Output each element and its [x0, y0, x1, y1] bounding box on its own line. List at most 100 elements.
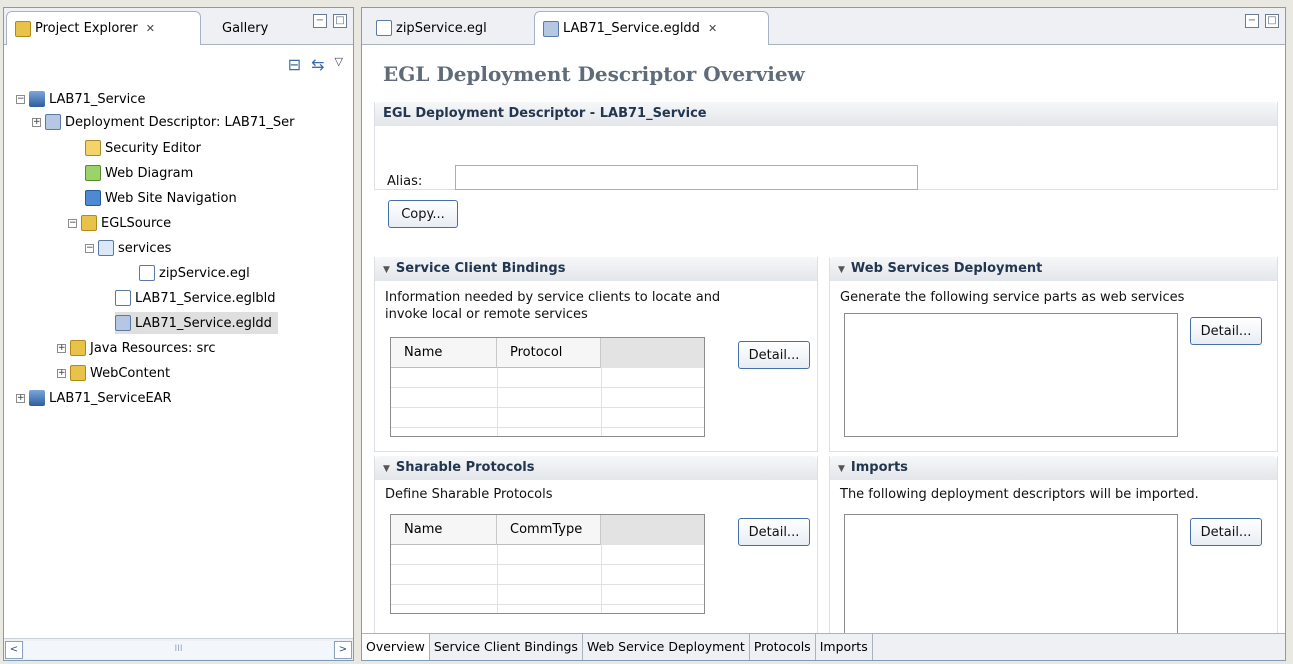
expand-icon[interactable]: +: [57, 343, 66, 353]
java-resources-icon: [70, 340, 86, 356]
section-description: Define Sharable Protocols: [385, 487, 553, 502]
tree-item-java-resources[interactable]: + Java Resources: src: [32, 337, 215, 359]
tab-lab71-service-egldd[interactable]: LAB71_Service.egldd ✕: [534, 11, 769, 45]
tab-label: Gallery: [222, 20, 269, 36]
tree-item-egldd[interactable]: LAB71_Service.egldd: [115, 312, 278, 334]
section-description: Information needed by service clients to…: [385, 290, 721, 322]
alias-label: Alias:: [387, 174, 423, 189]
chevron-down-icon[interactable]: ▼: [383, 265, 390, 275]
collapse-icon[interactable]: −: [16, 94, 25, 104]
minimize-icon[interactable]: −: [1245, 14, 1259, 28]
tree-item-web-site-navigation[interactable]: Web Site Navigation: [85, 187, 237, 209]
left-tab-bar: Project Explorer ✕ Gallery − □: [4, 8, 353, 45]
deployment-descriptor-editor: EGL Deployment Descriptor Overview EGL D…: [362, 45, 1285, 641]
imports-list[interactable]: [844, 514, 1178, 636]
tab-gallery[interactable]: Gallery: [214, 11, 284, 45]
deployment-descriptor-icon: [45, 114, 61, 130]
tree-item-services[interactable]: − services: [85, 237, 171, 259]
view-toolbar: ⊟ ⇆ ▽: [4, 45, 353, 85]
tree-item-label: Web Site Navigation: [105, 190, 237, 206]
bindings-detail-button[interactable]: Detail...: [738, 341, 810, 369]
column-header[interactable]: Name: [391, 338, 497, 368]
alias-input[interactable]: [455, 165, 918, 190]
web-services-detail-button[interactable]: Detail...: [1190, 317, 1262, 345]
scroll-right-button[interactable]: >: [334, 641, 352, 659]
tree-item-lab71-service[interactable]: − LAB71_Service: [16, 88, 145, 110]
protocols-detail-button[interactable]: Detail...: [738, 518, 810, 546]
collapse-all-icon[interactable]: ⊟: [288, 55, 301, 74]
expand-icon[interactable]: +: [16, 393, 25, 403]
tab-label: Project Explorer: [35, 21, 138, 36]
web-services-list[interactable]: [844, 313, 1178, 437]
scroll-thumb[interactable]: III: [24, 641, 333, 659]
tab-protocols[interactable]: Protocols: [750, 634, 816, 660]
table-row[interactable]: [391, 368, 704, 388]
tree-item-deployment-descriptor[interactable]: + Deployment Descriptor: LAB71_Ser: [32, 111, 294, 133]
section-header: ▼ Service Client Bindings: [375, 257, 817, 281]
tab-label: zipService.egl: [396, 20, 487, 36]
chevron-down-icon[interactable]: ▼: [838, 464, 845, 474]
tree-item-label: Deployment Descriptor: LAB71_Ser: [65, 114, 295, 130]
table-row[interactable]: [391, 585, 704, 605]
tree-item-label: Web Diagram: [105, 165, 194, 181]
protocols-table[interactable]: Name CommType: [390, 514, 705, 614]
table-row[interactable]: [391, 408, 704, 428]
project-icon: [29, 91, 45, 107]
close-icon[interactable]: ✕: [708, 22, 717, 35]
collapse-icon[interactable]: −: [85, 243, 94, 253]
link-with-editor-icon[interactable]: ⇆: [311, 55, 324, 74]
column-header[interactable]: Protocol: [497, 338, 601, 368]
tab-zipservice-egl[interactable]: zipService.egl: [368, 11, 523, 45]
collapse-icon[interactable]: −: [68, 218, 77, 228]
egl-file-icon: [139, 265, 155, 281]
project-tree: − LAB71_Service + Deployment Descriptor:…: [4, 88, 353, 630]
imports-section: ▼ Imports The following deployment descri…: [829, 456, 1278, 641]
maximize-icon[interactable]: □: [333, 14, 347, 28]
imports-detail-button[interactable]: Detail...: [1190, 518, 1262, 546]
tree-item-web-diagram[interactable]: Web Diagram: [85, 162, 193, 184]
tab-service-client-bindings[interactable]: Service Client Bindings: [430, 634, 583, 660]
egl-file-icon: [376, 20, 392, 36]
horizontal-scrollbar[interactable]: < III >: [4, 638, 353, 660]
page-title: EGL Deployment Descriptor Overview: [383, 62, 805, 86]
expand-icon[interactable]: +: [57, 368, 66, 378]
tree-item-label: services: [118, 240, 172, 256]
chevron-down-icon[interactable]: ▼: [383, 464, 390, 474]
tab-imports[interactable]: Imports: [816, 634, 873, 660]
section-title: Service Client Bindings: [395, 261, 566, 276]
project-explorer-icon: [15, 20, 31, 37]
table-row[interactable]: [391, 388, 704, 408]
bindings-table[interactable]: Name Protocol: [390, 337, 705, 437]
tab-web-service-deployment[interactable]: Web Service Deployment: [583, 634, 750, 660]
table-row[interactable]: [391, 545, 704, 565]
expand-icon[interactable]: +: [32, 117, 41, 127]
column-header: [601, 515, 704, 545]
tab-overview[interactable]: Overview: [362, 634, 430, 660]
column-header[interactable]: CommType: [497, 515, 601, 545]
tab-project-explorer[interactable]: Project Explorer ✕: [6, 11, 201, 45]
close-icon[interactable]: ✕: [146, 22, 155, 35]
section-header: ▼ Sharable Protocols: [375, 456, 817, 480]
tab-label: LAB71_Service.egldd: [563, 21, 700, 36]
tree-item-security-editor[interactable]: Security Editor: [85, 137, 201, 159]
tree-item-webcontent[interactable]: + WebContent: [57, 362, 170, 384]
chevron-down-icon[interactable]: ▼: [838, 265, 845, 275]
package-icon: [98, 240, 114, 256]
tree-item-zipservice-egl[interactable]: zipService.egl: [139, 262, 250, 284]
view-menu-icon[interactable]: ▽: [335, 55, 343, 74]
copy-button[interactable]: Copy...: [388, 200, 458, 228]
editor-page-tabs: Overview Service Client Bindings Web Ser…: [362, 633, 1285, 660]
table-row[interactable]: [391, 565, 704, 585]
tree-item-eglsource[interactable]: − EGLSource: [68, 212, 171, 234]
egldd-file-icon: [115, 315, 131, 331]
minimize-icon[interactable]: −: [313, 14, 327, 28]
column-header[interactable]: Name: [391, 515, 497, 545]
build-file-icon: [115, 290, 131, 306]
tree-item-eglbld[interactable]: LAB71_Service.eglbld: [115, 287, 276, 309]
tree-item-label: zipService.egl: [159, 265, 250, 281]
tree-item-lab71-serviceear[interactable]: + LAB71_ServiceEAR: [16, 387, 172, 409]
scroll-left-button[interactable]: <: [5, 641, 23, 659]
section-title: Sharable Protocols: [395, 460, 535, 475]
maximize-icon[interactable]: □: [1265, 14, 1279, 28]
section-header: ▼ Web Services Deployment: [830, 257, 1277, 281]
